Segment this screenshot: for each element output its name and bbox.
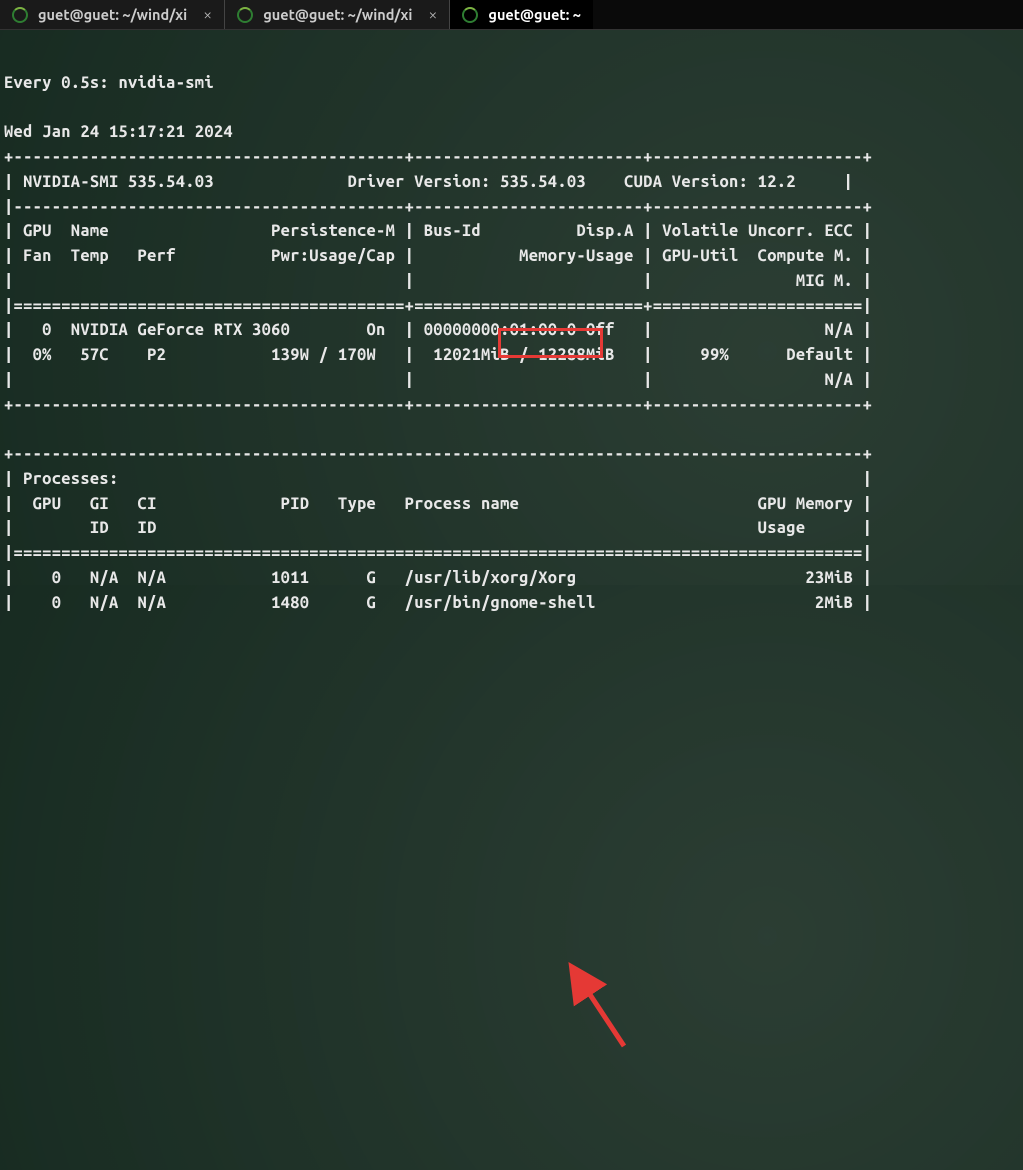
terminal-tab-3-active[interactable]: guet@guet: ~ xyxy=(450,0,593,29)
header-line-2: | Fan Temp Perf Pwr:Usage/Cap | Memory-U… xyxy=(4,247,872,265)
terminal-output[interactable]: Every 0.5s: nvidia-smi Wed Jan 24 15:17:… xyxy=(0,30,1023,619)
terminal-tab-2[interactable]: guet@guet: ~/wind/xi × xyxy=(225,0,450,29)
spinner-icon xyxy=(237,7,253,23)
border-top: +---------------------------------------… xyxy=(4,148,872,166)
processes-header-2: | ID ID Usage | xyxy=(4,519,872,537)
tab-title: guet@guet: ~ xyxy=(488,6,581,23)
tab-title: guet@guet: ~/wind/xi xyxy=(263,6,412,23)
process-row-2: | 0 N/A N/A 1480 G /usr/bin/gnome-shell … xyxy=(4,594,872,612)
header-line-3: | | | MIG M. | xyxy=(4,272,872,290)
close-icon[interactable]: × xyxy=(428,6,437,24)
processes-border-top: +---------------------------------------… xyxy=(4,445,872,463)
processes-separator: |=======================================… xyxy=(4,544,872,562)
arrow-annotation xyxy=(0,619,1023,1170)
close-icon[interactable]: × xyxy=(203,6,212,24)
gpu-row-1: | 0 NVIDIA GeForce RTX 3060 On | 0000000… xyxy=(4,321,872,339)
separator-equals: |=======================================… xyxy=(4,297,872,315)
gpu-row-3: | | | N/A | xyxy=(4,371,872,389)
processes-header-1: | GPU GI CI PID Type Process name GPU Me… xyxy=(4,495,872,513)
processes-title: | Processes: | xyxy=(4,470,872,488)
tab-bar: guet@guet: ~/wind/xi × guet@guet: ~/wind… xyxy=(0,0,1023,30)
watch-header-line: Every 0.5s: nvidia-smi xyxy=(4,74,214,92)
spinner-icon xyxy=(462,7,478,23)
process-row-1: | 0 N/A N/A 1011 G /usr/lib/xorg/Xorg 23… xyxy=(4,569,872,587)
header-line-1: | GPU Name Persistence-M | Bus-Id Disp.A… xyxy=(4,222,872,240)
version-line: | NVIDIA-SMI 535.54.03 Driver Version: 5… xyxy=(4,173,853,191)
gpu-row-2: | 0% 57C P2 139W / 170W | 12021MiB / 122… xyxy=(4,346,872,364)
border-bottom: +---------------------------------------… xyxy=(4,396,872,414)
spinner-icon xyxy=(12,7,28,23)
terminal-tab-1[interactable]: guet@guet: ~/wind/xi × xyxy=(0,0,225,29)
timestamp-line: Wed Jan 24 15:17:21 2024 xyxy=(4,123,233,141)
tab-title: guet@guet: ~/wind/xi xyxy=(38,6,187,23)
separator-inner: |---------------------------------------… xyxy=(4,198,872,216)
